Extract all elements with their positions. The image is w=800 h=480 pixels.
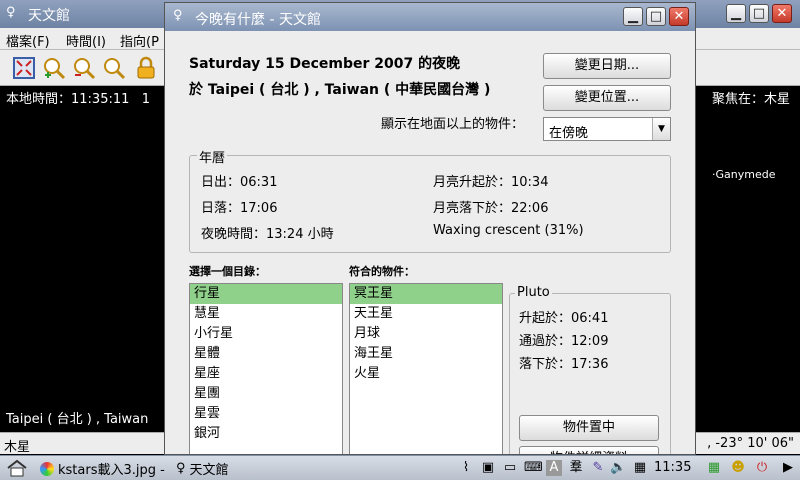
- kstars-app-icon: ♀: [6, 5, 16, 20]
- network-icon[interactable]: ⌇: [458, 460, 474, 476]
- taskbar-item-kstars[interactable]: ♀ 天文館: [176, 458, 229, 479]
- zoom-in-icon[interactable]: [42, 56, 66, 80]
- chevron-down-icon[interactable]: ▼: [652, 118, 670, 140]
- close-icon: ✕: [673, 9, 685, 24]
- matching-item[interactable]: 海王星: [350, 344, 502, 364]
- input-method-icon[interactable]: A: [546, 460, 562, 476]
- local-time-readout: 本地時間：11:35:11 1: [6, 92, 151, 107]
- moonset-time: 月亮落下於：22:06: [433, 201, 549, 216]
- kstars-task-icon: ♀: [176, 461, 186, 476]
- matching-item[interactable]: 冥王星: [350, 284, 502, 304]
- object-transit-time: 通過於：12:09: [519, 334, 609, 349]
- object-details-title: Pluto: [515, 285, 552, 300]
- grid-icon[interactable]: ▦: [706, 460, 722, 476]
- pen-icon[interactable]: ✎: [590, 460, 606, 476]
- dialog-close-button[interactable]: ✕: [669, 7, 689, 26]
- matching-header: 符合的物件：: [349, 265, 415, 278]
- catalog-item[interactable]: 銀河: [190, 424, 342, 444]
- taskbar-item-image[interactable]: kstars載入3.jpg -: [40, 458, 165, 479]
- main-minimize-button[interactable]: ▁: [726, 4, 746, 23]
- printer-icon[interactable]: ▣: [480, 460, 496, 476]
- smiley-icon[interactable]: ☻: [730, 460, 746, 476]
- night-date-heading: Saturday 15 December 2007 的夜晚: [189, 56, 461, 72]
- volume-icon[interactable]: 🔈: [610, 460, 626, 476]
- taskbar-clock[interactable]: 11:35: [654, 460, 691, 475]
- chinese-input-icon[interactable]: 羣: [568, 460, 584, 476]
- object-details-button[interactable]: 物件詳細資料: [519, 446, 659, 454]
- whats-up-tonight-dialog: ♀ 今晚有什麼 - 天文館 ▁ □ ✕ Saturday 15 December…: [164, 2, 696, 455]
- sunrise-time: 日出：06:31: [201, 175, 278, 190]
- scroll-right-icon[interactable]: ▶: [780, 460, 796, 476]
- show-objects-select[interactable]: 在傍晚 ▼: [543, 117, 671, 141]
- change-date-button[interactable]: 變更日期...: [543, 53, 671, 79]
- default-zoom-icon[interactable]: [102, 56, 126, 80]
- catalog-item[interactable]: 星雲: [190, 404, 342, 424]
- object-rise-time: 升起於：06:41: [519, 311, 609, 326]
- change-location-button[interactable]: 變更位置...: [543, 85, 671, 111]
- matching-objects-list[interactable]: 冥王星 天王星 月球 海王星 火星: [349, 283, 503, 454]
- keyboard-icon[interactable]: ⌨: [524, 460, 543, 476]
- catalog-header: 選擇一個目錄：: [189, 265, 266, 278]
- object-set-time: 落下於：17:36: [519, 357, 609, 372]
- image-viewer-icon: [40, 461, 54, 476]
- almanac-title: 年曆: [197, 147, 228, 166]
- matching-item[interactable]: 火星: [350, 364, 502, 384]
- sunset-time: 日落：17:06: [201, 201, 278, 216]
- maximize-icon: □: [752, 6, 766, 21]
- menu-time[interactable]: 時間(I): [66, 31, 106, 50]
- zoom-out-icon[interactable]: [72, 56, 96, 80]
- status-object: 木星: [4, 440, 31, 455]
- power-icon[interactable]: ⏻: [754, 460, 770, 476]
- catalog-list[interactable]: 行星 慧星 小行星 星體 星座 星團 星雲 銀河: [189, 283, 343, 454]
- moon-phase: Waxing crescent (31%): [433, 223, 584, 238]
- night-location-heading: 於 Taipei ( 台北 ) , Taiwan ( 中華民國台灣 ): [189, 82, 491, 98]
- catalog-item[interactable]: 星團: [190, 384, 342, 404]
- sky-object-label[interactable]: ·Ganymede: [712, 168, 775, 181]
- menu-file[interactable]: 檔案(F): [6, 31, 50, 50]
- battery-icon[interactable]: ▭: [502, 460, 518, 476]
- moonrise-time: 月亮升起於：10:34: [433, 175, 549, 190]
- calendar-icon[interactable]: ▦: [632, 460, 648, 476]
- home-icon[interactable]: [6, 459, 28, 477]
- show-objects-label: 顯示在地面以上的物件：: [381, 117, 525, 132]
- catalog-item[interactable]: 小行星: [190, 324, 342, 344]
- main-maximize-button[interactable]: □: [749, 4, 769, 23]
- close-icon: ✕: [776, 6, 788, 21]
- main-window-title: 天文館: [28, 8, 70, 24]
- maximize-icon: □: [649, 9, 663, 24]
- night-duration: 夜晚時間：13:24 小時: [201, 227, 334, 242]
- kstars-dialog-icon: ♀: [173, 8, 183, 23]
- show-objects-value: 在傍晚: [549, 126, 589, 141]
- taskbar: kstars載入3.jpg - ♀ 天文館 ⌇ ▣ ▭ ⌨ A 羣 ✎ 🔈 ▦ …: [0, 455, 800, 480]
- main-close-button[interactable]: ✕: [772, 4, 792, 23]
- minimize-icon: ▁: [628, 9, 638, 24]
- location-readout: Taipei ( 台北 ) , Taiwan: [6, 412, 149, 427]
- catalog-item[interactable]: 慧星: [190, 304, 342, 324]
- focus-readout: 聚焦在：木星: [711, 92, 790, 107]
- center-object-button[interactable]: 物件置中: [519, 415, 659, 441]
- catalog-item[interactable]: 星座: [190, 364, 342, 384]
- fullscreen-icon[interactable]: [12, 56, 36, 80]
- dialog-minimize-button[interactable]: ▁: [623, 7, 643, 26]
- matching-item[interactable]: 天王星: [350, 304, 502, 324]
- lock-icon[interactable]: [134, 56, 158, 80]
- matching-item[interactable]: 月球: [350, 324, 502, 344]
- dialog-title: 今晚有什麼 - 天文館: [195, 12, 321, 28]
- minimize-icon: ▁: [731, 6, 741, 21]
- catalog-item[interactable]: 行星: [190, 284, 342, 304]
- catalog-item[interactable]: 星體: [190, 344, 342, 364]
- dialog-maximize-button[interactable]: □: [646, 7, 666, 26]
- menu-pointing[interactable]: 指向(P: [120, 31, 159, 50]
- status-coordinates: , -23° 10' 06": [707, 436, 794, 451]
- dialog-titlebar[interactable]: ♀ 今晚有什麼 - 天文館 ▁ □ ✕: [165, 3, 695, 31]
